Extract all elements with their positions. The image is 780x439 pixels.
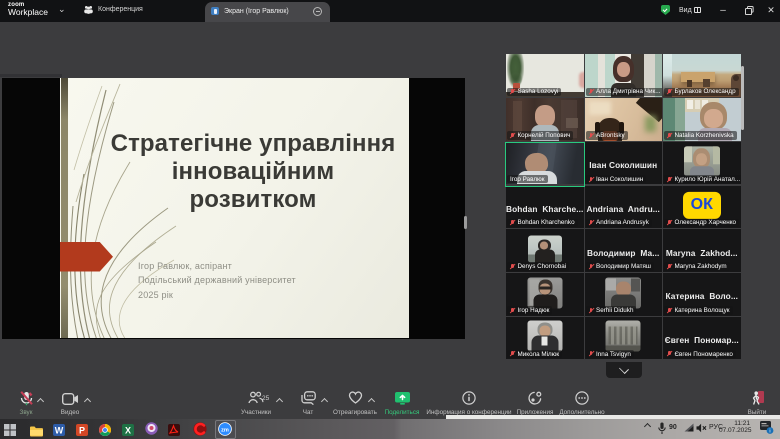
svg-text:P: P xyxy=(79,425,85,435)
svg-text:W: W xyxy=(55,425,64,435)
svg-text:zm: zm xyxy=(221,427,229,433)
svg-text:X: X xyxy=(125,425,131,435)
svg-text:i: i xyxy=(769,429,770,434)
